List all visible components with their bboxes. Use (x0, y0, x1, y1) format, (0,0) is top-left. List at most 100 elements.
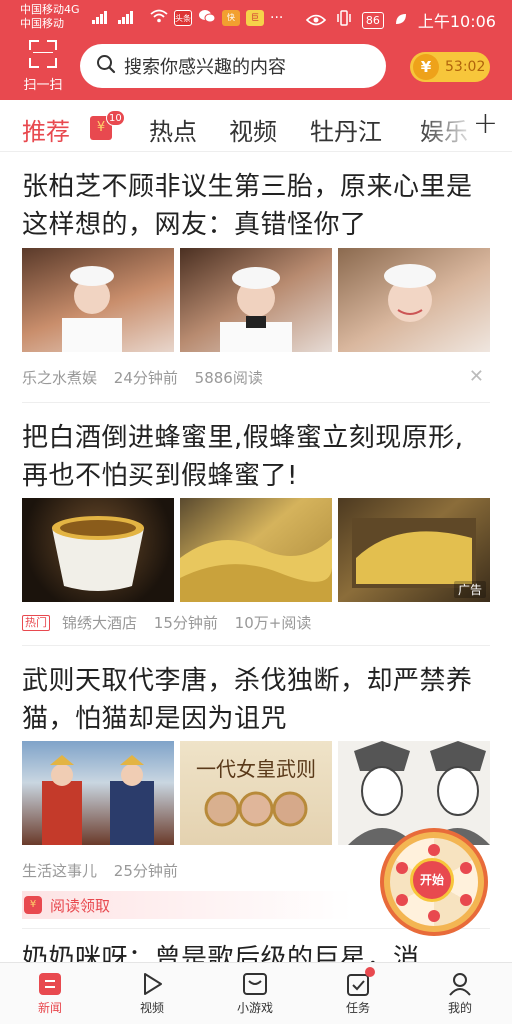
article-title[interactable]: 武则天取代李唐，杀伐独断，却严禁养猫，怕猫却是因为诅咒 (22, 662, 490, 738)
search-box[interactable]: 搜索你感兴趣的内容 (80, 44, 386, 88)
ad-label: 广告 (453, 581, 486, 598)
status-right: 86 上午10:06 (305, 8, 496, 32)
news-item-3[interactable]: 武则天取代李唐，杀伐独断，却严禁养猫，怕猫却是因为诅咒 (22, 662, 490, 738)
wheel-segment (396, 862, 408, 874)
article-title[interactable]: 张柏芝不顾非议生第三胎，原来心里是这样想的，网友：真错怪你了 (22, 168, 490, 244)
wheel-segment (428, 910, 440, 922)
article-images-2[interactable]: 广告 (22, 498, 490, 602)
article-thumbnail (22, 248, 174, 352)
task-notification-dot (365, 967, 375, 977)
news-item-1[interactable]: 张柏芝不顾非议生第三胎，原来心里是这样想的，网友：真错怪你了 (22, 168, 490, 244)
tabs-fade (418, 100, 478, 150)
article-time: 15分钟前 (153, 614, 218, 632)
carrier-info: 中国移动4G 中国移动 (20, 3, 80, 31)
nav-label: 任务 (345, 1001, 370, 1015)
wechat-icon (198, 8, 216, 27)
wheel-segment (460, 862, 472, 874)
ju-app-icon: 巨 (246, 9, 264, 26)
article-thumbnail: 一代女皇武则 (180, 741, 332, 845)
carrier-primary: 中国移动4G (20, 3, 80, 16)
article-thumbnail (338, 741, 490, 845)
wheel-start-label: 开始 (410, 858, 454, 902)
scan-button[interactable]: 扫一扫 (18, 40, 68, 94)
divider (22, 645, 490, 646)
nav-tasks[interactable]: 任务 (318, 963, 398, 1024)
news-icon (37, 971, 63, 997)
read-reward-banner[interactable]: ¥ 阅读领取 (22, 891, 352, 919)
scan-icon (29, 40, 57, 68)
coin-reward-icon: ¥ (24, 896, 42, 914)
status-bar: 中国移动4G 中国移动 头条 快 巨 ··· 86 上午10:06 (0, 0, 512, 36)
nav-news[interactable]: 新闻 (10, 963, 90, 1024)
article-meta-1: 乐之水煮娱 24分钟前 5886阅读 (22, 367, 275, 388)
article-thumbnail (338, 248, 490, 352)
article-thumbnail (180, 498, 332, 602)
article-time: 24分钟前 (113, 369, 178, 387)
article-source[interactable]: 生活这事儿 (22, 862, 97, 880)
battery-indicator: 86 (361, 11, 384, 29)
tab-recommend[interactable]: 推荐 (22, 112, 70, 147)
search-icon (96, 54, 116, 78)
coin-value: 53:02 (445, 59, 486, 75)
wheel-segment (460, 894, 472, 906)
tab-mudanjiang[interactable]: 牡丹江 (310, 112, 382, 147)
article-title[interactable]: 把白酒倒进蜂蜜里,假蜂蜜立刻现原形,再也不怕买到假蜂蜜了! (22, 419, 490, 495)
nav-label: 小游戏 (236, 1001, 273, 1015)
article-reads: 5886阅读 (194, 369, 263, 387)
hot-tag: 热门 (22, 615, 50, 631)
tab-hot[interactable]: 热点 (149, 112, 197, 147)
profile-icon (447, 971, 473, 997)
red-packet-badge: 10 (106, 110, 125, 126)
scan-label: 扫一扫 (23, 78, 63, 93)
lucky-wheel-button[interactable]: 开始 (380, 828, 488, 936)
wheel-segment (396, 894, 408, 906)
eye-icon (305, 11, 327, 30)
article-meta-2: 热门 锦绣大酒店 15分钟前 10万+阅读 (22, 612, 323, 633)
article-source[interactable]: 锦绣大酒店 (62, 614, 137, 632)
leaf-icon (394, 11, 408, 30)
tab-video[interactable]: 视频 (229, 112, 277, 147)
toutiao-app-icon: 头条 (174, 9, 192, 26)
nav-label: 我的 (447, 1001, 472, 1015)
article-time: 25分钟前 (113, 862, 178, 880)
read-reward-label: 阅读领取 (50, 896, 111, 915)
article-meta-3: 生活这事儿 25分钟前 (22, 860, 190, 881)
nav-label: 视频 (139, 1001, 164, 1015)
clock-time: 上午10:06 (417, 12, 496, 31)
top-header: 中国移动4G 中国移动 头条 快 巨 ··· 86 上午10:06 扫一扫 搜索… (0, 0, 512, 100)
article-images-1[interactable] (22, 248, 490, 352)
nav-video[interactable]: 视频 (112, 963, 192, 1024)
task-icon (345, 967, 375, 997)
nav-profile[interactable]: 我的 (420, 963, 500, 1024)
dislike-close-icon[interactable]: ✕ (469, 366, 484, 387)
article-thumbnail (180, 248, 332, 352)
kuai-app-icon: 快 (222, 9, 240, 26)
vibrate-icon (336, 10, 352, 30)
signal-icon (92, 10, 107, 24)
more-notifications-icon: ··· (270, 9, 284, 26)
news-item-2[interactable]: 把白酒倒进蜂蜜里,假蜂蜜立刻现原形,再也不怕买到假蜂蜜了! (22, 419, 490, 495)
coin-icon: ¥ (413, 54, 439, 80)
notification-icons: 头条 快 巨 ··· (150, 8, 283, 27)
article-thumbnail: 广告 (338, 498, 490, 602)
play-icon (139, 971, 165, 997)
search-placeholder: 搜索你感兴趣的内容 (124, 57, 286, 78)
article-thumbnail (22, 498, 174, 602)
coin-balance-button[interactable]: ¥ 53:02 (410, 52, 490, 82)
game-icon (242, 971, 268, 997)
app-screen: 中国移动4G 中国移动 头条 快 巨 ··· 86 上午10:06 扫一扫 搜索… (0, 0, 512, 1024)
carrier-secondary: 中国移动 (20, 17, 64, 30)
wifi-icon (150, 9, 168, 26)
wheel-segment (428, 844, 440, 856)
channel-tabs: 推荐 ¥ 10 热点 视频 牡丹江 娱乐 + (0, 100, 512, 152)
bottom-nav: 新闻 视频 小游戏 任务 我的 (0, 962, 512, 1024)
signal-icon-2 (118, 10, 133, 24)
wheel-icon: 开始 (390, 838, 478, 926)
nav-label: 新闻 (37, 1001, 62, 1015)
divider (22, 402, 490, 403)
nav-mini-games[interactable]: 小游戏 (215, 963, 295, 1024)
article-source[interactable]: 乐之水煮娱 (22, 369, 97, 387)
article-thumbnail (22, 741, 174, 845)
add-channel-icon[interactable]: + (473, 106, 498, 141)
article-reads: 10万+阅读 (234, 614, 312, 632)
